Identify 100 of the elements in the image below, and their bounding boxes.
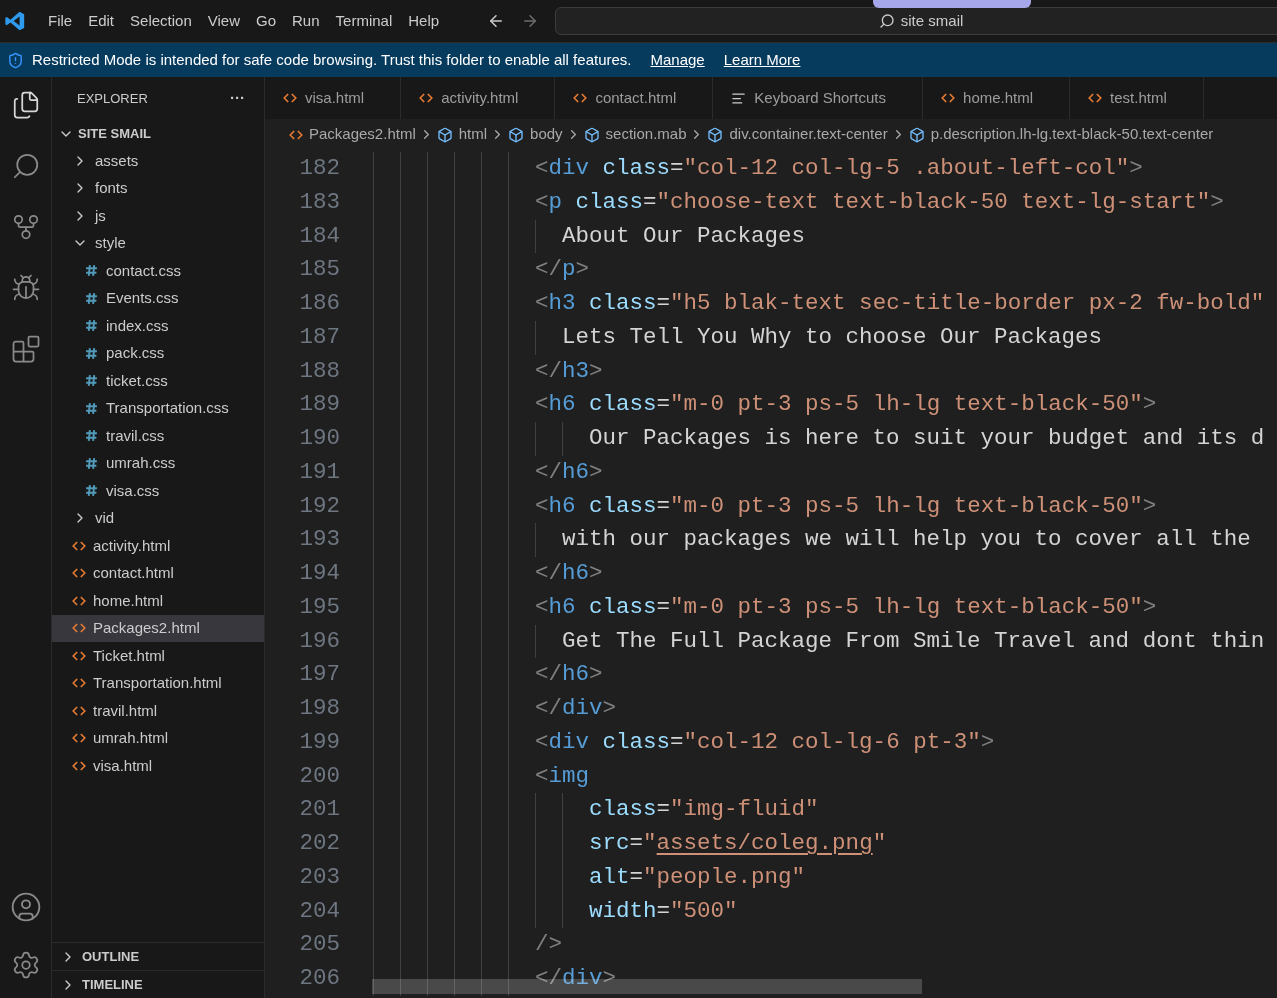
line-number: 206: [298, 964, 340, 993]
tree-item[interactable]: visa.css: [52, 477, 264, 505]
code-line: <p class="choose-text text-black-50 text-lg-start">: [373, 185, 1224, 220]
hash-icon: [85, 374, 98, 388]
tree-item[interactable]: style: [52, 229, 264, 257]
hash-icon: [85, 264, 98, 278]
cube-icon: [508, 126, 525, 143]
line-number: 191: [298, 457, 340, 487]
tree-item[interactable]: travil.css: [52, 422, 264, 450]
breadcrumb-item[interactable]: Packages2.html: [289, 123, 416, 146]
tree-item[interactable]: visa.html: [52, 752, 264, 780]
line-number: 188: [298, 356, 340, 386]
line-number: 199: [298, 727, 340, 757]
tree-item[interactable]: Transportation.css: [52, 394, 264, 422]
code-line: <div class="col-12 col-lg-5 .about-left-col">: [373, 152, 1143, 186]
code-line: </h6>: [373, 455, 603, 490]
tree-item[interactable]: home.html: [52, 587, 264, 615]
hash-icon: [85, 346, 98, 360]
code-line: </p>: [373, 253, 590, 287]
code-line: Get The Full Package From Smile Travel and dont thin: [373, 624, 1265, 659]
section-header[interactable]: OUTLINE: [52, 942, 264, 970]
tree-item[interactable]: contact.html: [52, 559, 264, 587]
code-line: </div>: [373, 692, 617, 726]
code-line: width="500": [373, 894, 738, 929]
hash-icon: [85, 456, 98, 470]
breadcrumb-item[interactable]: body: [508, 123, 563, 146]
line-number: 185: [298, 255, 340, 285]
tree-item[interactable]: Transportation.html: [52, 669, 264, 697]
hash-icon: [85, 484, 98, 498]
more-actions[interactable]: ···: [230, 87, 245, 110]
hash-icon: [85, 429, 98, 443]
banner-link[interactable]: Learn More: [723, 48, 801, 72]
menu-item[interactable]: Help: [400, 9, 448, 33]
code-icon: [573, 91, 588, 105]
code-line: with our packages we will help you to cover all the: [373, 523, 1251, 557]
list-icon: [731, 90, 747, 106]
editor-tab[interactable]: home.html: [923, 77, 1071, 119]
tree-item[interactable]: assets: [52, 147, 264, 175]
editor-tab[interactable]: Keyboard Shortcuts: [713, 77, 924, 119]
tree-item[interactable]: ticket.css: [52, 367, 264, 395]
line-number: 186: [298, 289, 340, 318]
menu-item[interactable]: Terminal: [327, 9, 401, 33]
menu-item[interactable]: Edit: [80, 9, 123, 33]
breadcrumb-item[interactable]: div.container.text-center: [707, 123, 888, 146]
code-line: <h6 class="m-0 pt-3 ps-5 lh-lg text-black-50">: [373, 489, 1157, 524]
tree-item[interactable]: umrah.css: [52, 449, 264, 477]
code-icon: [941, 91, 956, 105]
hash-icon: [85, 401, 98, 415]
search-icon: [878, 13, 895, 29]
code-line: Lets Tell You Why to choose Our Packages: [373, 320, 1103, 355]
app-logo-icon: [4, 10, 26, 32]
hash-icon: [85, 291, 98, 305]
run-debug-icon[interactable]: [10, 273, 41, 303]
line-number: 203: [298, 862, 340, 892]
menu-item[interactable]: View: [199, 9, 248, 33]
cube-icon: [436, 126, 453, 143]
menu-item[interactable]: Selection: [122, 9, 200, 33]
account-icon[interactable]: [9, 891, 42, 923]
folder-header[interactable]: SITE SMAIL: [52, 120, 264, 147]
tree-item[interactable]: contact.css: [52, 257, 264, 285]
extensions-icon[interactable]: [10, 334, 41, 364]
menu-item[interactable]: Run: [284, 9, 328, 33]
line-number: 193: [298, 525, 340, 555]
code-icon: [419, 91, 434, 105]
code-line: src="assets/coleg.png": [373, 827, 887, 861]
breadcrumb-item[interactable]: html: [436, 123, 488, 146]
banner-message: Restricted Mode is intended for safe code browsing. Trust this folder to enable all features.: [32, 49, 632, 70]
tree-item[interactable]: js: [52, 202, 264, 230]
tree-item[interactable]: fonts: [52, 174, 264, 202]
tree-item[interactable]: activity.html: [52, 532, 264, 560]
banner-link[interactable]: Manage: [650, 48, 705, 72]
editor-tab[interactable]: contact.html: [555, 77, 714, 119]
editor-tab[interactable]: activity.html: [401, 77, 556, 119]
code-line: About Our Packages: [373, 219, 806, 254]
line-number: 184: [298, 221, 340, 251]
line-number: 198: [298, 694, 340, 723]
line-number: 182: [298, 154, 340, 183]
breadcrumb-item[interactable]: section.mab: [583, 123, 687, 146]
shield-icon: [7, 51, 24, 69]
explorer-title: EXPLORER: [77, 89, 148, 108]
tree-item[interactable]: Ticket.html: [52, 642, 264, 670]
menu-item[interactable]: Go: [248, 9, 284, 33]
breadcrumb-item[interactable]: p.description.lh-lg.text-black-50.text-center: [908, 123, 1214, 146]
line-number: 202: [298, 829, 340, 858]
tree-item[interactable]: vid: [52, 504, 264, 532]
cube-icon: [707, 126, 724, 143]
tree-item[interactable]: Packages2.html: [52, 614, 264, 642]
code-line: <div class="col-12 col-lg-6 pt-3">: [373, 725, 995, 760]
section-header[interactable]: TIMELINE: [52, 970, 264, 998]
tree-item[interactable]: travil.html: [52, 697, 264, 725]
code-line: </h6>: [373, 557, 603, 591]
editor-tab[interactable]: test.html: [1070, 77, 1204, 119]
tree-item[interactable]: umrah.html: [52, 724, 264, 752]
tree-item[interactable]: index.css: [52, 312, 264, 340]
editor-tab[interactable]: visa.html: [265, 77, 402, 119]
menu-item[interactable]: File: [40, 9, 81, 33]
tree-item[interactable]: Events.css: [52, 284, 264, 312]
command-center-search[interactable]: site smail: [555, 7, 1277, 35]
tree-item[interactable]: pack.css: [52, 339, 264, 367]
cube-icon: [583, 126, 600, 143]
